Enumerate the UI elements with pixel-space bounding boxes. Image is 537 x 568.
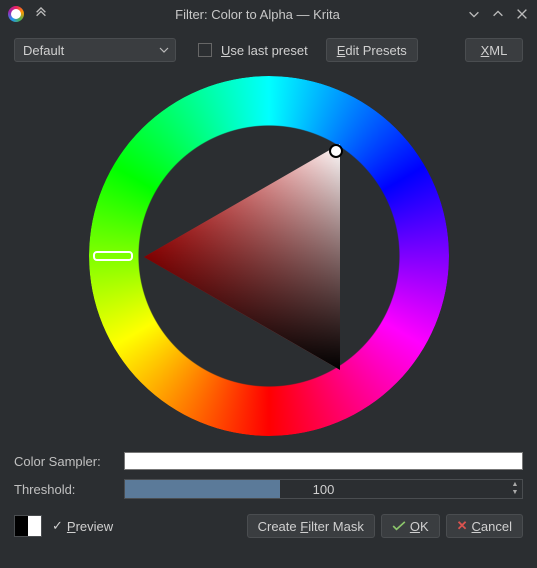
preset-dropdown[interactable]: Default <box>14 38 176 62</box>
sv-triangle-marker[interactable] <box>329 144 343 158</box>
xml-button[interactable]: XML <box>465 38 523 62</box>
sv-triangle[interactable] <box>144 144 370 370</box>
swatch-black <box>15 516 28 536</box>
preview-label[interactable]: Preview <box>67 519 113 534</box>
dialog-footer: ✓ Preview Create Filter Mask OK ✕ Cancel <box>0 504 537 548</box>
color-sampler-label: Color Sampler: <box>14 454 124 469</box>
use-last-preset-label[interactable]: Use last preset <box>221 43 308 58</box>
color-sampler-swatch[interactable] <box>124 452 523 470</box>
use-last-preset-checkbox[interactable] <box>198 43 212 57</box>
swatch-white <box>28 516 41 536</box>
filter-fields: Color Sampler: Threshold: 100 ▲ ▼ <box>0 446 537 502</box>
minimize-icon[interactable] <box>467 7 481 21</box>
preview-swatch-button[interactable] <box>14 515 42 537</box>
color-wheel[interactable] <box>89 76 449 436</box>
cancel-button[interactable]: ✕ Cancel <box>446 514 523 538</box>
cancel-x-icon: ✕ <box>457 518 468 534</box>
ok-check-icon <box>392 521 406 531</box>
spin-up-icon[interactable]: ▲ <box>510 481 520 489</box>
spin-down-icon[interactable]: ▼ <box>510 489 520 497</box>
ok-button[interactable]: OK <box>381 514 440 538</box>
create-filter-mask-button[interactable]: Create Filter Mask <box>247 514 375 538</box>
threshold-value: 100 <box>125 482 522 497</box>
preset-toolbar: Default Use last preset Edit Presets XML <box>0 28 537 70</box>
window-title: Filter: Color to Alpha — Krita <box>48 7 467 22</box>
threshold-slider[interactable]: 100 ▲ ▼ <box>124 479 523 499</box>
chevron-down-icon <box>159 45 169 55</box>
edit-presets-button[interactable]: Edit Presets <box>326 38 418 62</box>
hue-ring-marker[interactable] <box>93 251 133 261</box>
titlebar: Filter: Color to Alpha — Krita <box>0 0 537 28</box>
color-picker-area <box>0 70 537 446</box>
threshold-label: Threshold: <box>14 482 124 497</box>
maximize-icon[interactable] <box>491 7 505 21</box>
threshold-spin[interactable]: ▲ ▼ <box>510 480 520 498</box>
preview-checkbox[interactable]: ✓ <box>52 518 63 534</box>
close-icon[interactable] <box>515 7 529 21</box>
krita-app-icon <box>8 6 24 22</box>
pin-icon[interactable] <box>34 7 48 21</box>
preset-selected-label: Default <box>23 43 64 58</box>
